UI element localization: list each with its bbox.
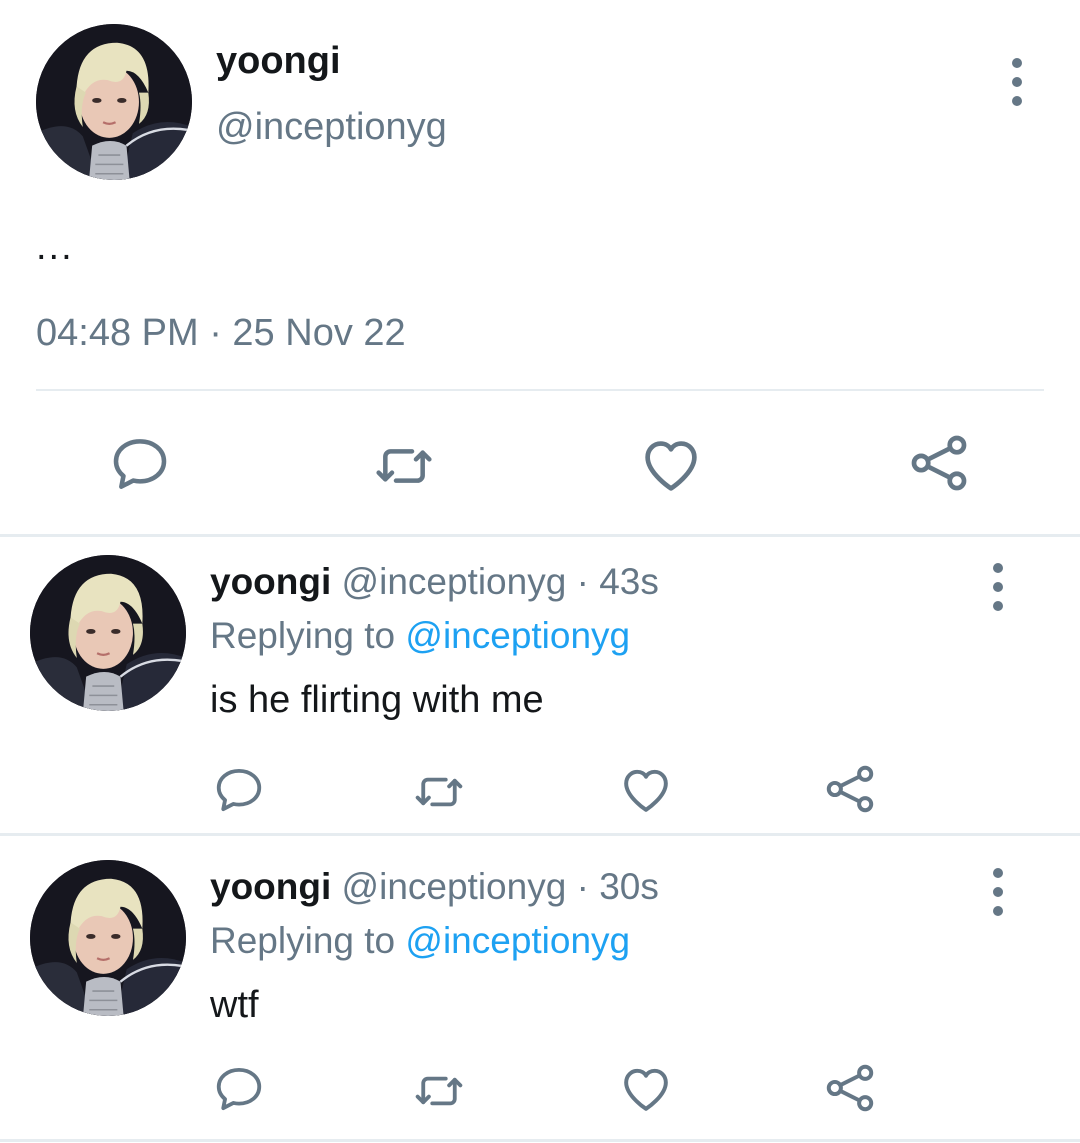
share-icon[interactable] xyxy=(822,1060,878,1116)
avatar[interactable] xyxy=(30,555,186,711)
reply-icon[interactable] xyxy=(212,1062,266,1116)
reply-icon[interactable] xyxy=(108,432,172,496)
replying-to-label: Replying to xyxy=(210,615,406,656)
tweet-text: is he flirting with me xyxy=(210,679,544,721)
author-handle[interactable]: @inceptionyg xyxy=(342,866,567,907)
retweet-icon[interactable] xyxy=(372,434,436,498)
tweet-age: 30s xyxy=(599,866,659,907)
divider xyxy=(0,1139,1080,1142)
main-tweet: yoongi @inceptionyg ... 04:48 PM · 25 No… xyxy=(0,0,1080,536)
reply-tweet[interactable]: yoongi @inceptionyg · 30s Replying to @i… xyxy=(0,842,1080,1138)
mention-link[interactable]: @inceptionyg xyxy=(405,615,630,656)
more-options-icon[interactable] xyxy=(992,868,1004,916)
tweet-text: ... xyxy=(36,226,74,268)
more-options-icon[interactable] xyxy=(992,563,1004,611)
divider xyxy=(0,833,1080,836)
avatar[interactable] xyxy=(36,24,192,180)
tweet-age: 43s xyxy=(599,561,659,602)
mention-link[interactable]: @inceptionyg xyxy=(405,920,630,961)
share-icon[interactable] xyxy=(822,761,878,817)
like-icon[interactable] xyxy=(618,762,674,818)
reply-icon[interactable] xyxy=(212,763,266,817)
author-handle[interactable]: @inceptionyg xyxy=(342,561,567,602)
reply-header: yoongi @inceptionyg · 43s xyxy=(210,561,659,603)
avatar[interactable] xyxy=(30,860,186,1016)
replying-to-label: Replying to xyxy=(210,920,406,961)
replying-to: Replying to @inceptionyg xyxy=(210,615,630,657)
author-handle[interactable]: @inceptionyg xyxy=(216,106,447,149)
author-name[interactable]: yoongi xyxy=(210,866,331,907)
tweet-timestamp: 04:48 PM · 25 Nov 22 xyxy=(36,312,406,354)
reply-header: yoongi @inceptionyg · 30s xyxy=(210,866,659,908)
reply-tweet[interactable]: yoongi @inceptionyg · 43s Replying to @i… xyxy=(0,537,1080,833)
more-options-icon[interactable] xyxy=(1011,58,1023,106)
separator: · xyxy=(566,561,600,602)
divider xyxy=(36,389,1044,391)
share-icon[interactable] xyxy=(906,430,972,496)
like-icon[interactable] xyxy=(638,432,704,498)
replying-to: Replying to @inceptionyg xyxy=(210,920,630,962)
like-icon[interactable] xyxy=(618,1061,674,1117)
retweet-icon[interactable] xyxy=(412,1064,466,1118)
tweet-text: wtf xyxy=(210,984,259,1026)
author-name[interactable]: yoongi xyxy=(210,561,331,602)
separator: · xyxy=(566,866,600,907)
retweet-icon[interactable] xyxy=(412,765,466,819)
author-name[interactable]: yoongi xyxy=(216,40,341,83)
